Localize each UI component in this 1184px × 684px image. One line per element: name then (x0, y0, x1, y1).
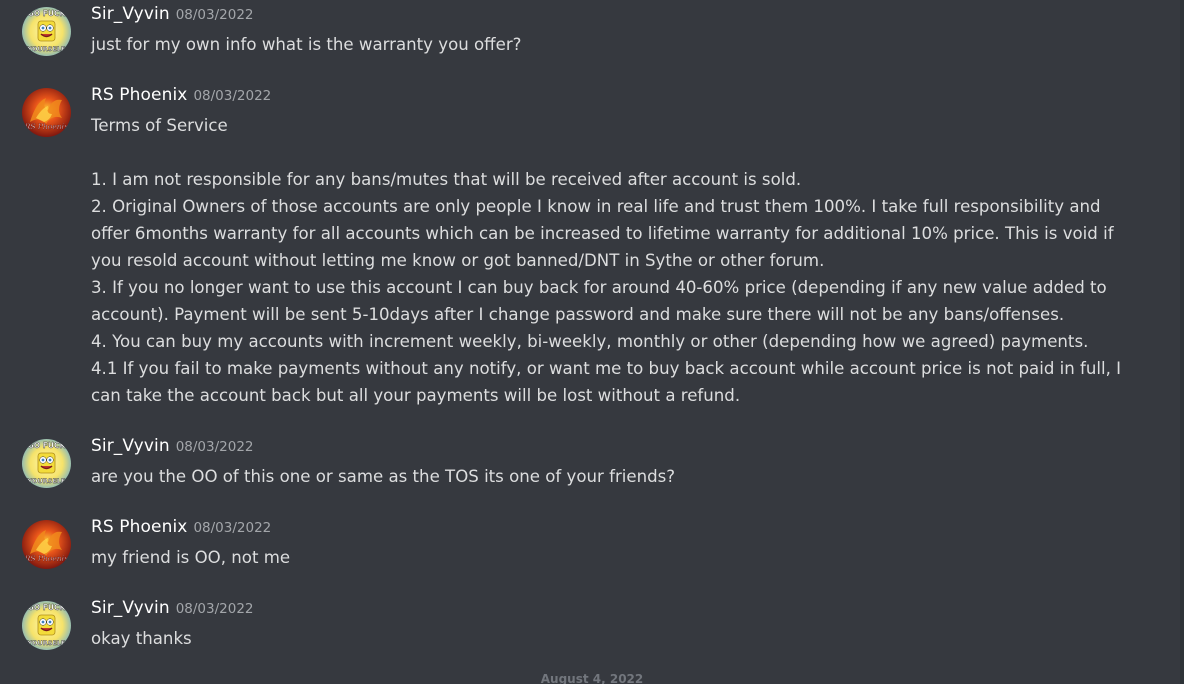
message-line: are you the OO of this one or same as th… (91, 467, 676, 486)
phoenix-avatar[interactable]: RS Phoenix (22, 520, 71, 569)
timestamp[interactable]: 08/03/2022 (193, 520, 271, 536)
avatar-caption: RS Phoenix (24, 554, 69, 563)
avatar-caption-bottom: YOURSELF (27, 639, 66, 647)
message: GO FUCK YOURSELF Sir_Vyvin 08/03/2022 oka… (0, 598, 1184, 658)
chat-messages-pane: GO FUCK YOURSELF Sir_Vyvin 08/03/2022 jus… (0, 0, 1184, 684)
message-header: Sir_Vyvin 08/03/2022 (91, 4, 254, 26)
message-header: Sir_Vyvin 08/03/2022 (91, 436, 254, 458)
username[interactable]: Sir_Vyvin (91, 4, 170, 24)
message: GO FUCK YOURSELF Sir_Vyvin 08/03/2022 jus… (0, 4, 1184, 64)
message-content: just for my own info what is the warrant… (91, 31, 1106, 58)
message-header: Sir_Vyvin 08/03/2022 (91, 598, 254, 620)
message-line: just for my own info what is the warrant… (91, 35, 522, 54)
message-line: Terms of Service (91, 116, 228, 135)
avatar-caption-top: GO FUCK (28, 603, 67, 612)
message: RS Phoenix RS Phoenix 08/03/2022 Terms of… (0, 85, 1184, 415)
avatar-caption: RS Phoenix (24, 122, 69, 131)
username[interactable]: RS Phoenix (91, 517, 187, 537)
message-line: you resold account without letting me kn… (91, 251, 825, 270)
message-content: Terms of Service 1. I am not responsible… (91, 112, 1122, 409)
message-line: okay thanks (91, 629, 192, 648)
username[interactable]: Sir_Vyvin (91, 598, 170, 618)
spongebob-avatar[interactable]: GO FUCK YOURSELF (22, 601, 71, 650)
message-line: offer 6months warranty for all accounts … (91, 224, 1114, 243)
message-header: RS Phoenix 08/03/2022 (91, 517, 271, 539)
avatar-caption-top: GO FUCK (28, 441, 67, 450)
message-content: my friend is OO, not me (91, 544, 1106, 571)
message-line-empty (91, 139, 1106, 166)
message-line: 1. I am not responsible for any bans/mut… (91, 170, 802, 189)
timestamp[interactable]: 08/03/2022 (176, 7, 254, 23)
message-line: 2. Original Owners of those accounts are… (91, 197, 1101, 216)
message-line: 4. You can buy my accounts with incremen… (91, 332, 1089, 351)
message-header: RS Phoenix 08/03/2022 (91, 85, 271, 107)
avatar-caption-top: GO FUCK (28, 9, 67, 18)
message-line: 3. If you no longer want to use this acc… (91, 278, 1107, 297)
spongebob-avatar[interactable]: GO FUCK YOURSELF (22, 7, 71, 56)
date-divider: August 4, 2022 (0, 672, 1184, 684)
message-content: okay thanks (91, 625, 1106, 652)
timestamp[interactable]: 08/03/2022 (176, 439, 254, 455)
avatar-caption-bottom: YOURSELF (27, 45, 66, 53)
message-line: can take the account back but all your p… (91, 386, 741, 405)
date-divider-label: August 4, 2022 (540, 672, 644, 684)
message-content: are you the OO of this one or same as th… (91, 463, 1106, 490)
spongebob-avatar[interactable]: GO FUCK YOURSELF (22, 439, 71, 488)
scrollbar-track[interactable] (1180, 0, 1184, 684)
username[interactable]: RS Phoenix (91, 85, 187, 105)
username[interactable]: Sir_Vyvin (91, 436, 170, 456)
message-line: account). Payment will be sent 5-10days … (91, 305, 1065, 324)
timestamp[interactable]: 08/03/2022 (193, 88, 271, 104)
phoenix-avatar[interactable]: RS Phoenix (22, 88, 71, 137)
message-line: my friend is OO, not me (91, 548, 291, 567)
message-line: 4.1 If you fail to make payments without… (91, 359, 1122, 378)
message: RS Phoenix RS Phoenix 08/03/2022 my frien… (0, 517, 1184, 577)
message: GO FUCK YOURSELF Sir_Vyvin 08/03/2022 are… (0, 436, 1184, 496)
timestamp[interactable]: 08/03/2022 (176, 601, 254, 617)
avatar-caption-bottom: YOURSELF (27, 477, 66, 485)
